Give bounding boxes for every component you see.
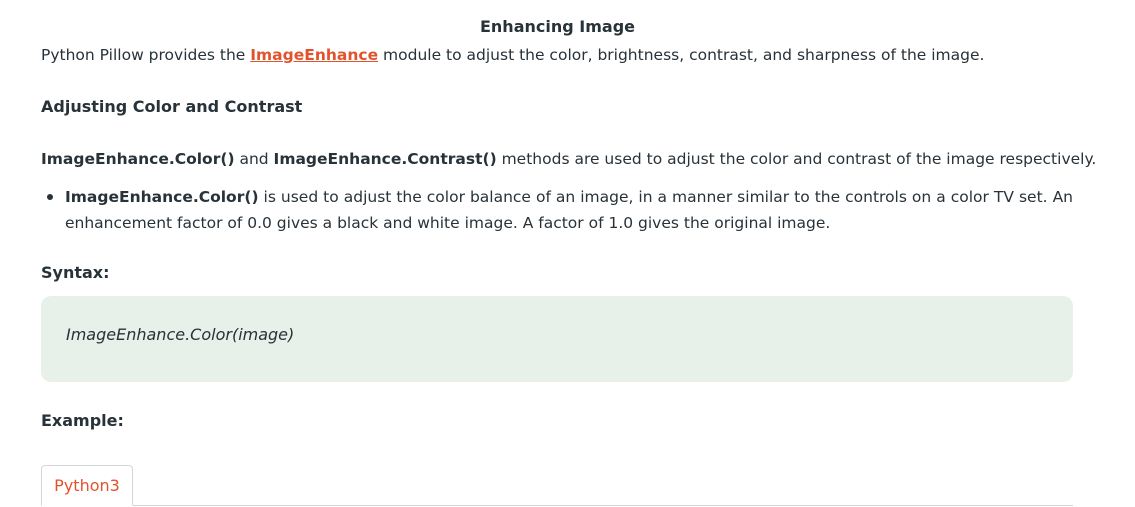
imageenhance-link[interactable]: ImageEnhance: [250, 46, 378, 64]
method-color-name: ImageEnhance.Color(): [41, 150, 235, 168]
methods-and-text: and: [234, 150, 274, 168]
method-contrast-name: ImageEnhance.Contrast(): [273, 150, 497, 168]
intro-paragraph: Python Pillow provides the ImageEnhance …: [41, 44, 984, 66]
syntax-box: ImageEnhance.Color(image): [41, 296, 1073, 382]
bullet-list: ImageEnhance.Color() is used to adjust t…: [41, 184, 1073, 236]
methods-rest-text: methods are used to adjust the color and…: [496, 150, 1097, 168]
syntax-label: Syntax:: [41, 263, 110, 282]
list-item: ImageEnhance.Color() is used to adjust t…: [41, 184, 1073, 236]
bullet-dot-icon: [47, 194, 53, 200]
subheading-adjusting-color-contrast: Adjusting Color and Contrast: [41, 97, 303, 116]
article-page: Enhancing Image Python Pillow provides t…: [0, 0, 1135, 507]
tab-bar-divider: [41, 505, 1073, 506]
section-title: Enhancing Image: [479, 17, 635, 36]
example-label: Example:: [41, 411, 124, 430]
methods-paragraph: ImageEnhance.Color() and ImageEnhance.Co…: [41, 148, 1096, 170]
intro-text-before-link: Python Pillow provides the: [41, 46, 251, 64]
tab-python3[interactable]: Python3: [41, 465, 133, 506]
intro-text-after-link: module to adjust the color, brightness, …: [378, 46, 985, 64]
bullet-method-name: ImageEnhance.Color(): [65, 188, 259, 206]
syntax-code: ImageEnhance.Color(image): [66, 325, 295, 344]
